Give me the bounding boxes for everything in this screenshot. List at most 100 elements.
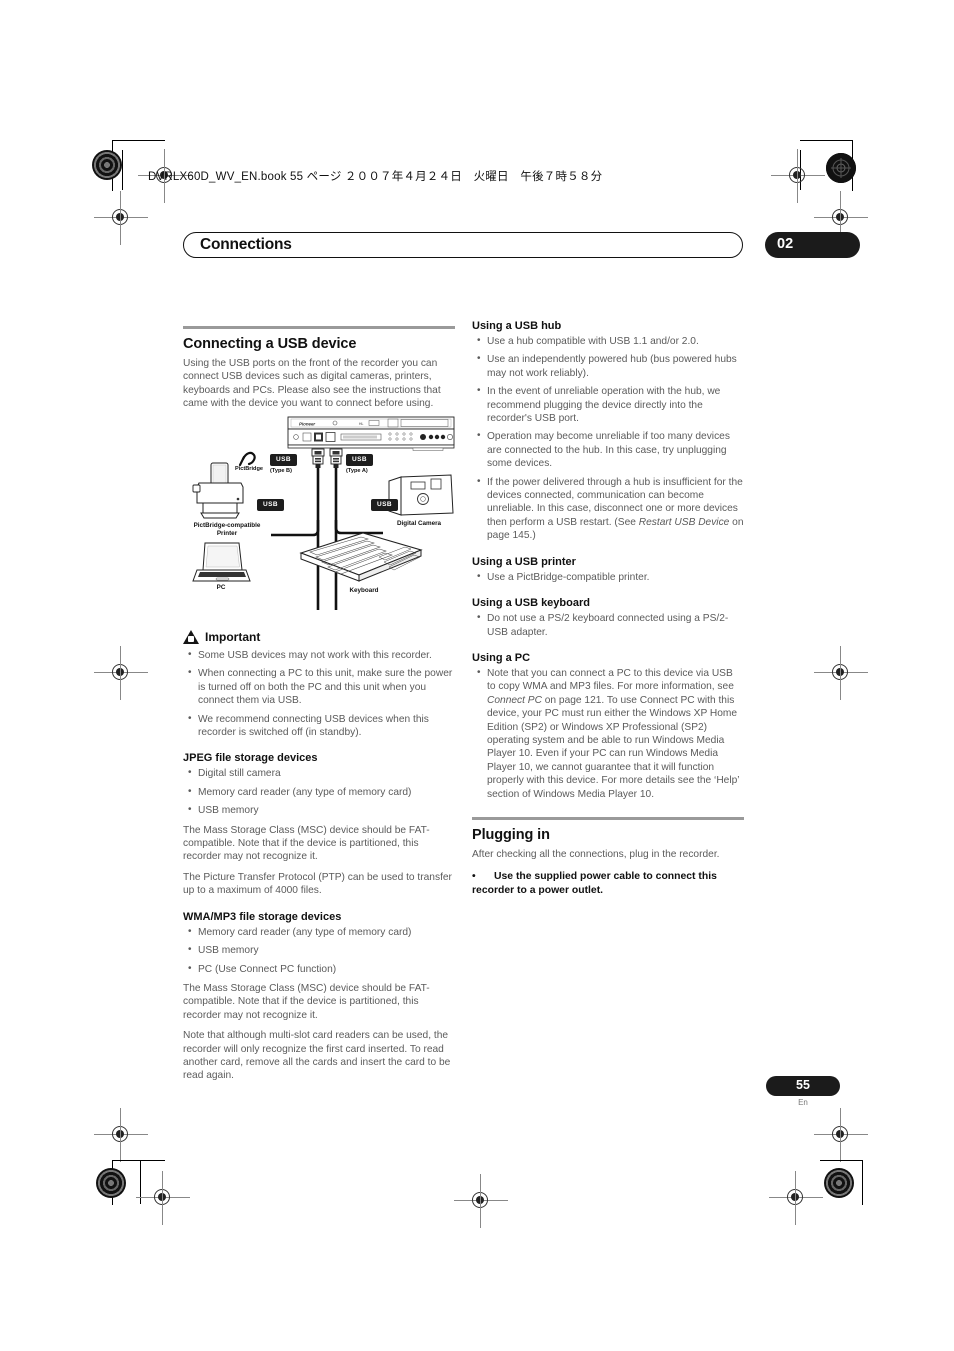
important-label: Important [205, 630, 261, 644]
usb-hub-bullet-list: Use a hub compatible with USB 1.1 and/or… [472, 334, 744, 543]
warning-triangle-icon [183, 630, 199, 644]
registration-mark-left-upper [94, 191, 148, 245]
chapter-number-label: 02 [777, 236, 794, 252]
list-item: Memory card reader (any type of memory c… [183, 925, 455, 939]
jpeg-bullet-list: Digital still camera Memory card reader … [183, 766, 455, 817]
jpeg-paragraph-1: The Mass Storage Class (MSC) device shou… [183, 824, 430, 863]
diagram-artwork: Pioneer HL [192, 416, 455, 610]
list-item: PC (Use Connect PC function) [183, 961, 455, 976]
usb-connection-diagram: Pioneer HL USB (Type B) USB (Type A) USB… [183, 415, 458, 610]
pc-ref-post: on page 121. To use Connect PC with this… [487, 694, 740, 800]
list-item: Memory card reader (any type of memory c… [183, 785, 455, 799]
page-title: Connecting a USB device [183, 336, 357, 352]
density-target-top-right [826, 153, 856, 183]
left-column: Connecting a USB device Using the USB po… [183, 326, 455, 418]
plugging-in-intro: After checking all the connections, plug… [472, 848, 720, 860]
page-language-label: En [798, 1098, 808, 1107]
registration-mark-left-lower [94, 1108, 148, 1162]
cable-to-camera [334, 520, 383, 535]
list-item: In the event of unreliable operation wit… [472, 384, 744, 425]
registration-mark-right-upper [814, 191, 868, 245]
keyboard-label: Keyboard [349, 587, 379, 594]
pictbridge-label: PictBridge [235, 466, 263, 472]
wma-section-heading: WMA/MP3 file storage devices [183, 910, 342, 923]
printer-label-line1: PictBridge-compatible [193, 522, 261, 529]
plugging-in-block: Plugging in After checking all the conne… [472, 816, 744, 898]
using-pc-bullet-list: Note that you can connect a PC to this d… [472, 666, 744, 801]
important-bullet-list: Some USB devices may not work with this … [183, 648, 455, 740]
list-item: When connecting a PC to this unit, make … [183, 666, 455, 707]
pc-label: PC [216, 584, 226, 591]
usb-tag-type-a: USB [346, 454, 373, 466]
chapter-header-bar: Connections [183, 232, 743, 258]
wma-paragraph-1: The Mass Storage Class (MSC) device shou… [183, 982, 430, 1021]
usb-printer-bullet-list: Use a PictBridge-compatible printer. [472, 570, 744, 584]
recorder-front-panel: Pioneer HL [287, 416, 455, 451]
list-item: We recommend connecting USB devices when… [183, 712, 455, 740]
page-number-badge: 55 [766, 1076, 840, 1096]
cable-to-printer [271, 520, 320, 537]
registration-mark-right-mid [814, 646, 868, 700]
list-item: USB memory [183, 803, 455, 817]
usb-type-b-label: (Type B) [270, 468, 292, 474]
list-item: USB memory [183, 943, 455, 957]
registration-mark-right-lower [814, 1108, 868, 1162]
hub-ref-italic: Restart USB Device [638, 516, 730, 528]
svg-text:Pioneer: Pioneer [299, 422, 315, 427]
list-item: Do not use a PS/2 keyboard connected usi… [472, 611, 744, 639]
usb-tag-printer: USB [257, 499, 284, 511]
plugging-in-bold-instruction: • Use the supplied power cable to connect… [472, 870, 744, 897]
pc-illustration [192, 542, 251, 582]
svg-text:HL: HL [359, 422, 363, 426]
printer-label: PictBridge-compatible Printer [183, 522, 271, 538]
target-glyph-icon [826, 153, 856, 183]
book-file-header: DVRLX60D_WV_EN.book 55 ページ ２００７年４月２４日 火曜… [148, 171, 603, 183]
important-heading: Important [183, 630, 455, 644]
pc-ref-pre: Note that you can connect a PC to this d… [487, 667, 734, 693]
wma-paragraph-2: Note that although multi-slot card reade… [183, 1030, 451, 1082]
intro-paragraph: Using the USB ports on the front of the … [183, 358, 441, 410]
plugging-in-title: Plugging in [472, 826, 550, 843]
chapter-title: Connections [200, 236, 292, 253]
usb-tag-camera: USB [371, 499, 398, 511]
usb-tag-type-b: USB [270, 454, 297, 466]
list-item: Use a PictBridge-compatible printer. [472, 570, 744, 584]
plugging-in-instruction-text: Use the supplied power cable to connect … [472, 871, 717, 896]
list-item-with-italic-reference: If the power delivered through a hub is … [472, 475, 744, 543]
printer-label-line2: Printer [216, 530, 238, 537]
density-target-top-left [92, 150, 122, 180]
manual-page: DVRLX60D_WV_EN.book 55 ページ ２００７年４月２４日 火曜… [0, 0, 954, 1351]
jpeg-section-heading: JPEG file storage devices [183, 752, 318, 765]
usb-type-a-label: (Type A) [346, 468, 368, 474]
registration-mark-bottom-right [769, 1171, 823, 1225]
camera-label: Digital Camera [396, 520, 442, 527]
usb-keyboard-bullet-list: Do not use a PS/2 keyboard connected usi… [472, 611, 744, 639]
right-column: Using a USB hub Use a hub compatible wit… [472, 320, 744, 898]
digital-camera-illustration [388, 474, 454, 516]
list-item-with-italic-reference: Note that you can connect a PC to this d… [472, 666, 744, 801]
using-pc-heading: Using a PC [472, 651, 531, 664]
chapter-number-badge: 02 [765, 232, 860, 258]
section-rule [472, 816, 744, 820]
wma-bullet-list: Memory card reader (any type of memory c… [183, 925, 455, 976]
usb-keyboard-heading: Using a USB keyboard [472, 597, 590, 610]
pc-ref-italic: Connect PC [487, 694, 542, 706]
crop-mark-bottom-left-inner [140, 1160, 165, 1204]
list-item: Some USB devices may not work with this … [183, 648, 455, 662]
density-target-bottom-left [96, 1168, 126, 1198]
pictbridge-logo-icon [238, 451, 256, 467]
page-number: 55 [796, 1078, 810, 1092]
usb-hub-heading: Using a USB hub [472, 320, 562, 332]
usb-printer-heading: Using a USB printer [472, 555, 576, 568]
bold-bullet-marker: • [472, 871, 476, 883]
left-column-lower: Important Some USB devices may not work … [183, 626, 455, 1090]
list-item: Use an independently powered hub (bus po… [472, 352, 744, 380]
density-target-bottom-right [824, 1168, 854, 1198]
list-item: Use a hub compatible with USB 1.1 and/or… [472, 334, 744, 348]
section-rule [183, 326, 455, 329]
jpeg-paragraph-2: The Picture Transfer Protocol (PTP) can … [183, 871, 452, 897]
registration-mark-bottom-center [454, 1174, 508, 1228]
registration-mark-left-mid [94, 646, 148, 700]
list-item: Digital still camera [183, 766, 455, 780]
list-item: Operation may become unreliable if too m… [472, 429, 744, 470]
